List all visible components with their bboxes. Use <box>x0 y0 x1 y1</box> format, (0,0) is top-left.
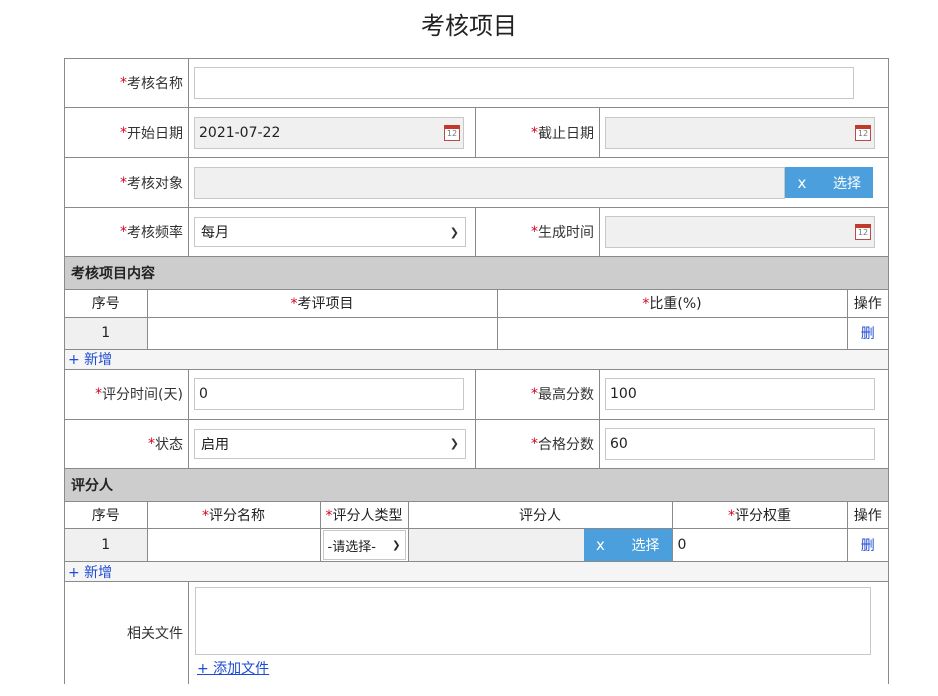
rater-weight-cell[interactable]: 0 <box>672 528 848 562</box>
gen-time-label: * 生成时间 <box>476 208 600 256</box>
status-select[interactable]: 启用 ❯ <box>194 428 466 459</box>
chevron-down-icon: ❯ <box>449 225 459 239</box>
calendar-icon[interactable]: 12 <box>444 124 460 141</box>
chevron-down-icon: ❯ <box>449 437 459 450</box>
col-index: 序号 <box>65 290 148 318</box>
content-section-title: 考核项目内容 <box>65 257 888 290</box>
row-status: * 状态 启用 ❯ * 合格分数 60 <box>65 419 888 469</box>
calendar-icon[interactable]: 12 <box>855 224 871 240</box>
delete-link[interactable]: 删 <box>861 538 875 554</box>
col-rater-type: *评分人类型 <box>320 501 409 529</box>
end-date-label: * 截止日期 <box>476 108 600 157</box>
row-files: 相关文件 + 添加文件 <box>65 582 888 684</box>
item-cell[interactable] <box>147 317 498 350</box>
weight-cell[interactable] <box>497 317 848 350</box>
delete-link[interactable]: 删 <box>861 326 875 342</box>
content-table: 序号 *考评项目 *比重(%) 操作 1 删 <box>65 290 888 350</box>
table-header: 序号 *评分名称 *评分人类型 评分人 *评分权重 操作 <box>65 501 888 529</box>
score-time-input[interactable]: 0 <box>194 378 464 410</box>
target-label: * 考核对象 <box>65 158 189 207</box>
row-index: 1 <box>65 528 148 562</box>
target-input[interactable] <box>194 166 785 199</box>
score-time-label: * 评分时间(天) <box>65 369 189 419</box>
col-action: 操作 <box>847 501 888 529</box>
col-rater: 评分人 <box>408 501 673 529</box>
row-index: 1 <box>65 317 148 350</box>
pass-score-input[interactable]: 60 <box>605 427 875 460</box>
table-header: 序号 *考评项目 *比重(%) 操作 <box>65 290 888 318</box>
status-label: * 状态 <box>65 419 189 468</box>
end-date-input[interactable]: 12 <box>605 116 875 149</box>
raters-table: 序号 *评分名称 *评分人类型 评分人 *评分权重 操作 1 -请选择- ❯ x… <box>65 501 888 562</box>
max-score-label: * 最高分数 <box>476 369 600 419</box>
clear-icon[interactable]: x <box>584 536 618 554</box>
rater-select-button[interactable]: x 选择 <box>583 529 672 561</box>
files-label: 相关文件 <box>65 582 189 684</box>
row-target: * 考核对象 x 选择 <box>65 158 888 208</box>
clear-icon[interactable]: x <box>785 174 819 192</box>
frequency-label: * 考核频率 <box>65 208 189 256</box>
max-score-input[interactable]: 100 <box>605 378 875 410</box>
rater-name-cell[interactable] <box>147 528 321 562</box>
col-item: *考评项目 <box>147 290 498 318</box>
assessment-form: * 考核名称 * 开始日期 2021-07-22 12 * 截止日期 12 * 考核对象… <box>64 58 889 684</box>
add-file-link[interactable]: + 添加文件 <box>195 658 269 678</box>
frequency-select[interactable]: 每月 ❯ <box>194 217 466 247</box>
col-action: 操作 <box>847 290 888 318</box>
start-date-label: * 开始日期 <box>65 108 189 157</box>
add-content-link[interactable]: + 新增 <box>68 349 112 369</box>
add-rater-link[interactable]: + 新增 <box>68 562 112 582</box>
row-score-time: * 评分时间(天) 0 * 最高分数 100 <box>65 369 888 420</box>
table-row: 1 删 <box>65 317 888 350</box>
col-rater-weight: *评分权重 <box>672 501 848 529</box>
calendar-icon[interactable]: 12 <box>855 124 871 141</box>
chevron-down-icon: ❯ <box>392 539 401 551</box>
row-frequency: * 考核频率 每月 ❯ * 生成时间 12 <box>65 208 888 257</box>
pass-score-label: * 合格分数 <box>476 419 600 468</box>
name-input[interactable] <box>194 67 854 99</box>
rater-type-select[interactable]: -请选择- ❯ <box>322 530 406 560</box>
files-textarea[interactable] <box>195 587 871 655</box>
col-weight: *比重(%) <box>497 290 848 318</box>
row-dates: * 开始日期 2021-07-22 12 * 截止日期 12 <box>65 108 888 158</box>
page-title: 考核项目 <box>421 12 517 40</box>
raters-section-title: 评分人 <box>65 468 888 502</box>
row-name: * 考核名称 <box>65 59 888 108</box>
gen-time-input[interactable]: 12 <box>605 216 875 248</box>
start-date-input[interactable]: 2021-07-22 12 <box>194 116 464 149</box>
col-index: 序号 <box>65 501 148 529</box>
name-label: * 考核名称 <box>65 59 189 107</box>
target-select-button[interactable]: x 选择 <box>785 167 873 198</box>
col-rater-name: *评分名称 <box>147 501 321 529</box>
table-row: 1 -请选择- ❯ x 选择 0 删 <box>65 528 888 562</box>
